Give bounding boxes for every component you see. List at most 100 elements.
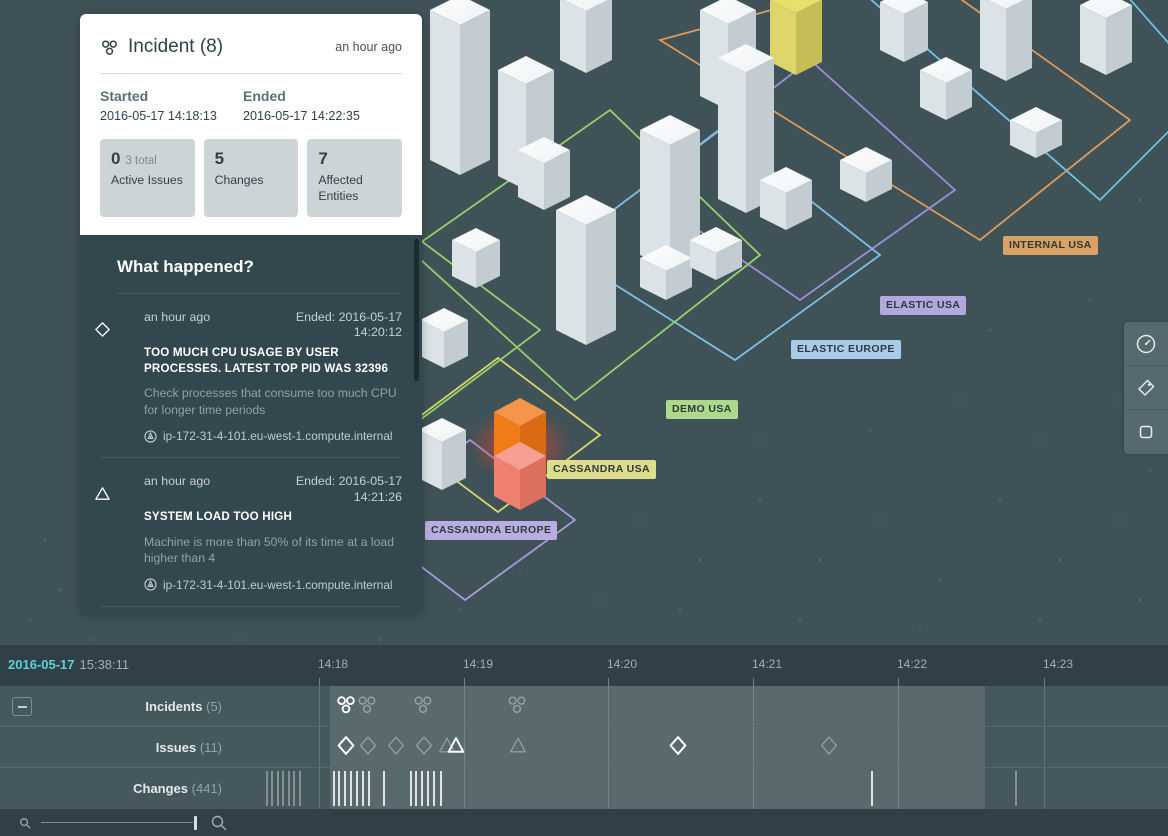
- gauge-tool-button[interactable]: [1124, 322, 1168, 366]
- page-title: Incident (8): [128, 36, 224, 57]
- event-item[interactable]: an hour ago Ended: 2016-05-17 14:20:12 T…: [94, 294, 402, 459]
- diamond-icon: [820, 736, 838, 755]
- change-bar[interactable]: [871, 771, 873, 806]
- timeline-row-issues[interactable]: Issues (11): [0, 727, 1168, 768]
- tag-icon: [1138, 379, 1155, 396]
- change-bar[interactable]: [427, 771, 429, 806]
- zoom-in-icon[interactable]: [209, 813, 229, 833]
- zoom-out-icon[interactable]: [18, 816, 33, 831]
- event-title: TOO MUCH CPU USAGE BY USER PROCESSES. LA…: [144, 345, 389, 375]
- change-bar[interactable]: [368, 771, 370, 806]
- stat-caption: Active Issues: [111, 173, 183, 187]
- stat-card[interactable]: 7 Affected Entities: [307, 139, 403, 217]
- zone-label[interactable]: INTERNAL USA: [1003, 236, 1098, 255]
- change-bar[interactable]: [440, 771, 442, 806]
- started-value: 2016-05-17 14:18:13: [100, 109, 217, 123]
- change-bar[interactable]: [271, 771, 273, 806]
- zoom-slider-track[interactable]: [41, 822, 193, 823]
- change-bar[interactable]: [383, 771, 385, 806]
- change-bar[interactable]: [333, 771, 335, 806]
- frame-tool-button[interactable]: [1124, 410, 1168, 454]
- started-block: Started 2016-05-17 14:18:13: [100, 88, 243, 123]
- stat-extra: 3 total: [125, 155, 157, 167]
- timeline-tick-label: 14:21: [752, 657, 783, 671]
- issue-marker[interactable]: [668, 735, 689, 761]
- zone-label[interactable]: DEMO USA: [666, 400, 738, 419]
- change-bar[interactable]: [288, 771, 290, 806]
- incident-trefoil-icon: [337, 696, 355, 714]
- issue-marker[interactable]: [358, 735, 379, 761]
- zoom-slider-handle[interactable]: [194, 816, 197, 830]
- zone-label[interactable]: ELASTIC EUROPE: [791, 340, 901, 359]
- incident-relative-time: an hour ago: [335, 40, 402, 54]
- issue-marker[interactable]: [446, 735, 467, 761]
- scene-toolbar: [1124, 322, 1168, 454]
- change-bar[interactable]: [421, 771, 423, 806]
- row-count: (441): [191, 781, 222, 796]
- timeline-tick-mark: [319, 678, 320, 686]
- diamond-icon: [415, 736, 433, 755]
- zone-label[interactable]: CASSANDRA EUROPE: [425, 521, 558, 540]
- timeline-tick-mark: [464, 678, 465, 686]
- change-bar[interactable]: [433, 771, 435, 806]
- incident-trefoil-icon: [101, 39, 118, 55]
- stat-card[interactable]: 0 3 total Active Issues: [100, 139, 195, 217]
- incident-trefoil-icon: [414, 696, 432, 714]
- triangle-icon: [447, 737, 465, 753]
- change-bar[interactable]: [266, 771, 268, 806]
- timeline-date: 2016-05-17: [8, 657, 75, 672]
- timeline-gridline: [608, 686, 609, 726]
- incident-marker[interactable]: [356, 694, 378, 721]
- timeline-row-changes[interactable]: Changes (441): [0, 768, 1168, 809]
- incident-marker[interactable]: [506, 694, 528, 721]
- timeline-gridline: [1044, 768, 1045, 809]
- change-bar[interactable]: [293, 771, 295, 806]
- issue-marker[interactable]: [386, 735, 407, 761]
- incident-marker[interactable]: [412, 694, 434, 721]
- change-bar[interactable]: [1015, 771, 1017, 806]
- event-relative-time: an hour ago: [144, 309, 211, 324]
- stat-card[interactable]: 5 Changes: [203, 139, 299, 217]
- timeline-gridline: [1044, 727, 1045, 767]
- timeline-gridline: [608, 727, 609, 767]
- zone-label[interactable]: ELASTIC USA: [880, 296, 967, 315]
- issue-marker[interactable]: [336, 735, 357, 761]
- change-bar[interactable]: [338, 771, 340, 806]
- event-host[interactable]: ip-172-31-4-101.eu-west-1.compute.intern…: [117, 578, 402, 592]
- row-label-changes: Changes (441): [133, 781, 222, 796]
- row-label-incidents: Incidents (5): [145, 699, 222, 714]
- change-bar[interactable]: [350, 771, 352, 806]
- change-bar[interactable]: [282, 771, 284, 806]
- panel-scrollbar[interactable]: [414, 238, 419, 381]
- event-item[interactable]: an hour ago Ended: 2016-05-17 14:21:26 S…: [95, 458, 402, 607]
- event-host[interactable]: ip-172-31-4-101.eu-west-1.compute.intern…: [117, 429, 402, 443]
- issue-marker[interactable]: [508, 735, 529, 761]
- timeline-tick-mark: [898, 678, 899, 686]
- change-bar[interactable]: [344, 771, 346, 806]
- started-label: Started: [100, 88, 149, 104]
- timeline-tick-label: 14:18: [318, 657, 349, 671]
- change-bar[interactable]: [299, 771, 301, 806]
- issue-marker[interactable]: [414, 735, 435, 761]
- change-bar[interactable]: [277, 771, 279, 806]
- change-bar[interactable]: [415, 771, 417, 806]
- timeline-tick-mark: [1044, 678, 1045, 686]
- change-bar[interactable]: [410, 771, 412, 806]
- incident-marker[interactable]: [335, 694, 357, 721]
- collapse-incidents-button[interactable]: [12, 697, 32, 716]
- section-title: What happened?: [117, 256, 254, 276]
- timeline-gridline: [753, 727, 754, 767]
- zone-label[interactable]: CASSANDRA USA: [547, 460, 656, 479]
- change-bar[interactable]: [362, 771, 364, 806]
- what-happened-section: What happened? an hour ago Ended: 2016-0…: [80, 234, 422, 614]
- timeline-row-incidents[interactable]: Incidents (5): [0, 686, 1168, 727]
- tag-tool-button[interactable]: [1124, 366, 1168, 410]
- timeline-gridline: [319, 768, 320, 809]
- incident-trefoil-icon: [358, 696, 376, 714]
- timeline-tick-label: 14:19: [463, 657, 494, 671]
- host-icon: [144, 430, 157, 443]
- diamond-icon: [337, 736, 355, 755]
- timeline-time: 15:38:11: [79, 657, 130, 672]
- issue-marker[interactable]: [819, 735, 840, 761]
- change-bar[interactable]: [356, 771, 358, 806]
